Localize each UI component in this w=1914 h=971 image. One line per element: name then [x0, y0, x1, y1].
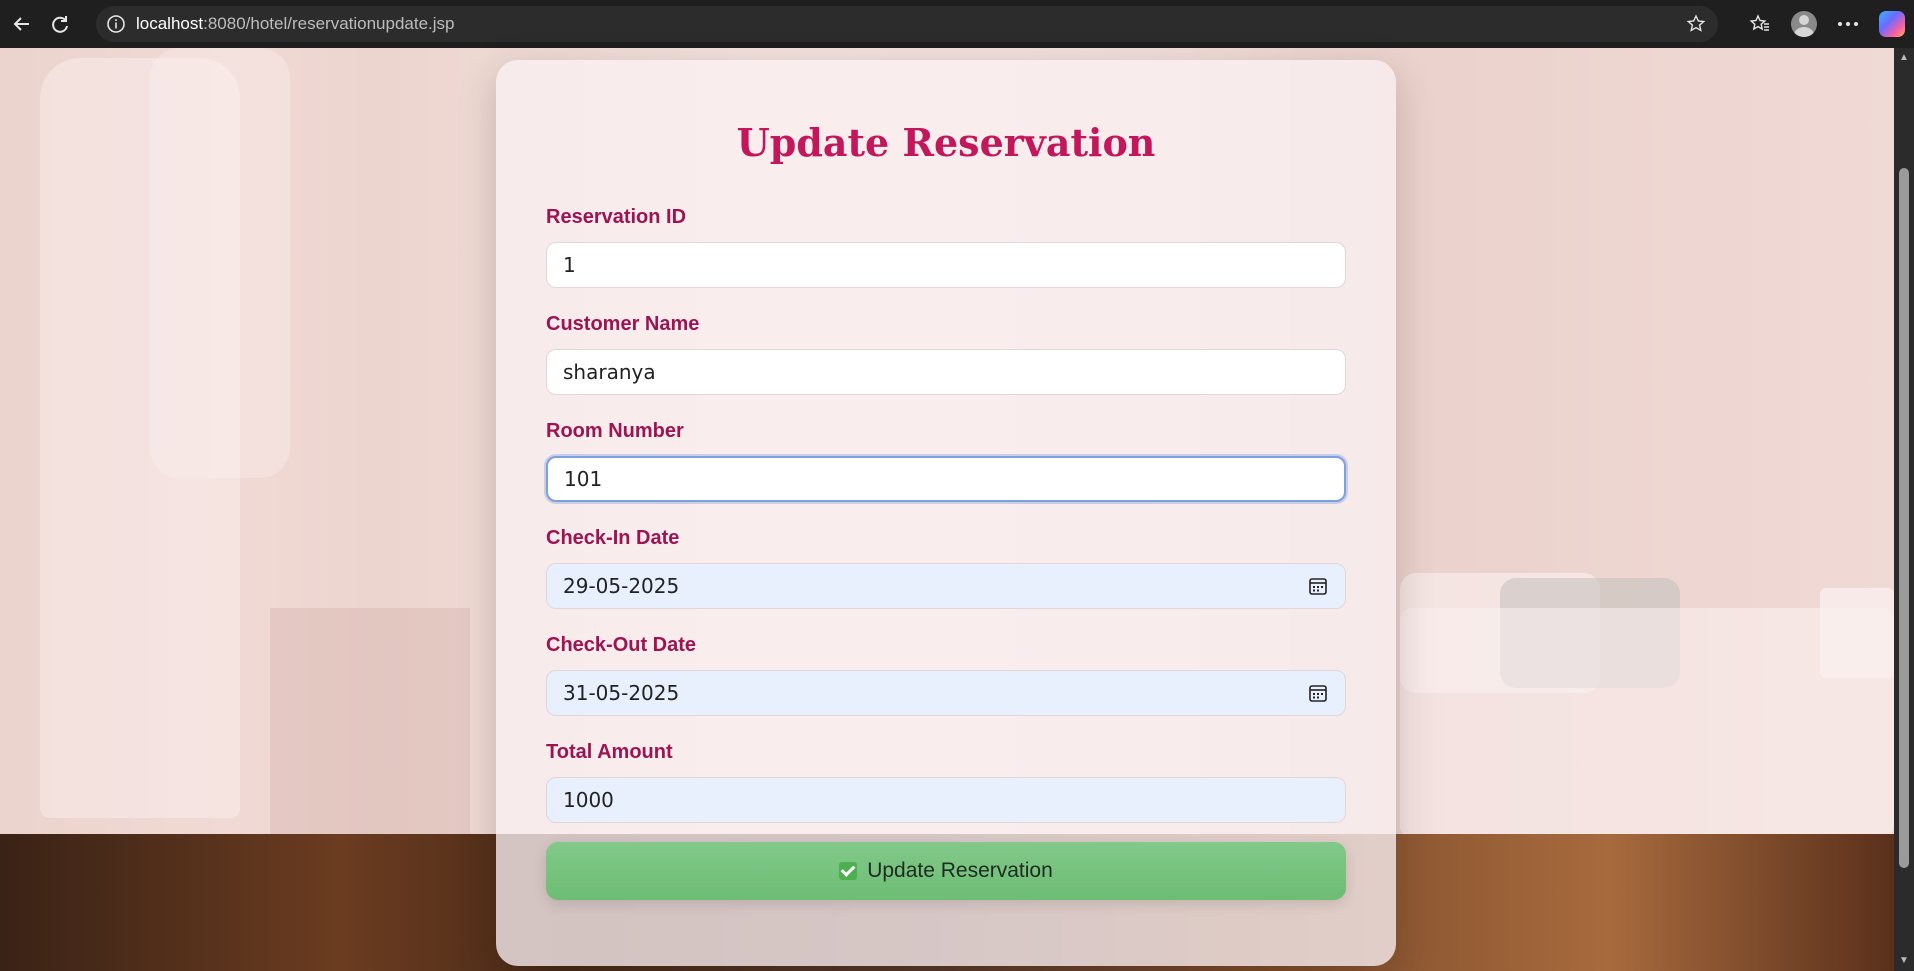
customer-name-label: Customer Name — [546, 313, 700, 335]
room-number-input[interactable] — [546, 456, 1346, 502]
total-amount-input[interactable] — [546, 777, 1346, 823]
scrollbar-thumb[interactable] — [1899, 168, 1909, 868]
more-menu-icon[interactable] — [1826, 4, 1870, 44]
reservation-id-label: Reservation ID — [546, 206, 687, 228]
room-number-label: Room Number — [546, 420, 684, 442]
favorite-star-icon[interactable] — [1686, 14, 1706, 34]
reservation-id-input[interactable] — [546, 242, 1346, 288]
check-in-label: Check-In Date — [546, 527, 680, 549]
site-info-icon[interactable] — [106, 14, 126, 34]
favorites-icon[interactable] — [1738, 4, 1782, 44]
check-in-date-input[interactable] — [546, 563, 1346, 609]
reload-icon[interactable] — [44, 8, 76, 40]
scroll-down-icon[interactable]: ▼ — [1898, 955, 1910, 967]
update-reservation-button-label: Update Reservation — [867, 859, 1053, 882]
page-scrollbar[interactable]: ▲ ▼ — [1894, 48, 1914, 971]
url-path: :8080/hotel/reservationupdate.jsp — [203, 14, 455, 33]
address-bar[interactable]: localhost:8080/hotel/reservationupdate.j… — [96, 6, 1718, 42]
total-amount-label: Total Amount — [546, 741, 673, 763]
page-title: Update Reservation — [736, 120, 1156, 165]
calendar-icon[interactable] — [1308, 576, 1328, 596]
scroll-up-icon[interactable]: ▲ — [1898, 52, 1910, 64]
url-host: localhost — [136, 14, 204, 33]
checkbox-check-icon — [839, 862, 858, 880]
profile-avatar[interactable] — [1782, 4, 1826, 44]
browser-toolbar: localhost:8080/hotel/reservationupdate.j… — [0, 0, 1914, 48]
copilot-icon[interactable] — [1870, 4, 1914, 44]
update-reservation-button[interactable]: Update Reservation — [546, 842, 1346, 900]
customer-name-input[interactable] — [546, 349, 1346, 395]
reservation-form-card: Update Reservation Reservation ID Custom… — [496, 60, 1396, 966]
calendar-icon[interactable] — [1308, 683, 1328, 703]
back-icon[interactable] — [6, 8, 38, 40]
check-out-date-input[interactable] — [546, 670, 1346, 716]
check-out-label: Check-Out Date — [546, 634, 697, 656]
